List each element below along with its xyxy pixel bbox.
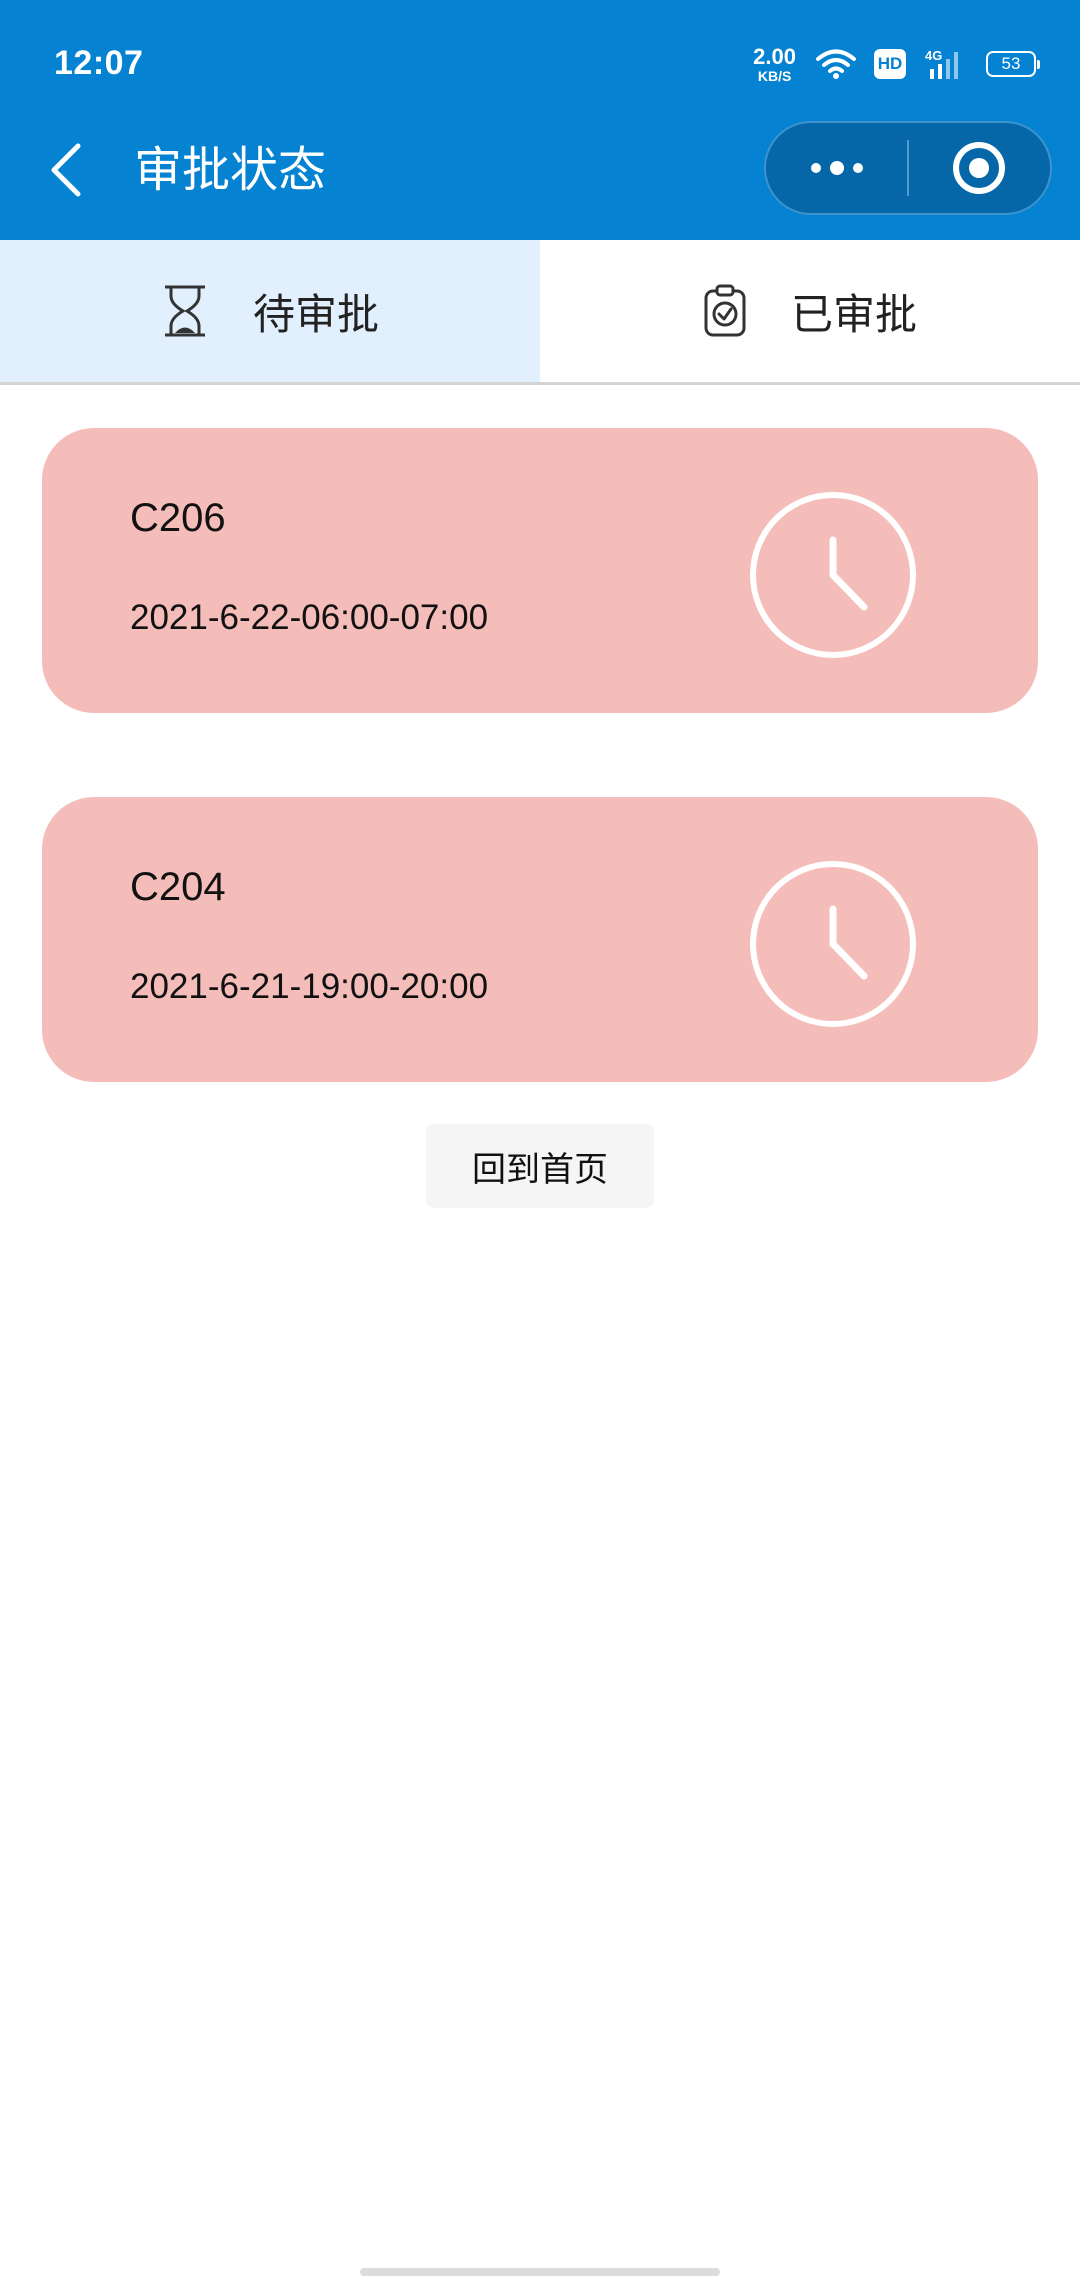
back-button[interactable] xyxy=(36,130,96,210)
clock-icon xyxy=(750,861,916,1027)
chevron-left-icon xyxy=(51,143,81,197)
tab-pending[interactable]: 待审批 xyxy=(0,240,540,382)
request-time: 2021-6-21-19:00-20:00 xyxy=(130,967,489,1006)
more-dots-icon xyxy=(810,161,863,175)
clipboard-check-icon xyxy=(704,284,746,337)
home-indicator xyxy=(360,2268,720,2276)
close-button[interactable] xyxy=(909,123,1050,213)
hd-icon: HD xyxy=(874,49,906,79)
page-title: 审批状态 xyxy=(134,142,327,198)
tab-approved[interactable]: 已审批 xyxy=(540,240,1080,382)
clock-icon xyxy=(750,492,916,658)
more-button[interactable] xyxy=(766,123,907,213)
battery-icon: 53 xyxy=(986,51,1040,77)
network-speed-unit: KB/S xyxy=(757,67,792,84)
request-time: 2021-6-22-06:00-07:00 xyxy=(130,598,489,637)
status-time: 12:07 xyxy=(54,44,144,82)
header: 12:07 2.00 KB/S HD 4G 53 审批状态 xyxy=(0,0,1080,240)
approval-tabs: 待审批 已审批 xyxy=(0,240,1080,385)
battery-level: 53 xyxy=(1001,54,1021,73)
tab-pending-label: 待审批 xyxy=(252,289,379,339)
tab-approved-label: 已审批 xyxy=(790,289,917,339)
target-close-icon xyxy=(953,142,1006,194)
network-type-label: 4G xyxy=(925,48,942,63)
back-to-home-button[interactable]: 回到首页 xyxy=(426,1124,654,1208)
network-speed-value: 2.00 xyxy=(753,43,796,69)
approval-status-page: 12:07 2.00 KB/S HD 4G 53 审批状态 待审批 已审批 C2… xyxy=(0,0,1080,2280)
request-room: C204 xyxy=(130,865,226,909)
signal-icon: 4G xyxy=(925,48,958,79)
request-room: C206 xyxy=(130,496,226,540)
mini-program-capsule xyxy=(764,121,1052,215)
request-card[interactable]: C204 2021-6-21-19:00-20:00 xyxy=(42,797,1038,1082)
status-icons: 2.00 KB/S HD 4G 53 xyxy=(753,43,1040,84)
request-card[interactable]: C206 2021-6-22-06:00-07:00 xyxy=(42,428,1038,713)
network-speed: 2.00 KB/S xyxy=(753,43,796,84)
wifi-icon xyxy=(816,49,856,79)
hourglass-icon xyxy=(164,285,205,337)
